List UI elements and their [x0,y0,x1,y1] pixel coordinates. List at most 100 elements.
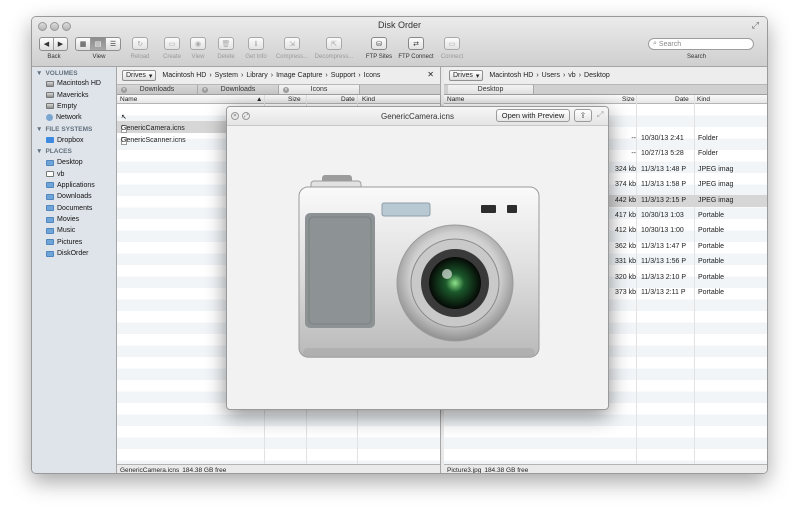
disclosure-triangle-icon[interactable]: ▼ [36,126,42,133]
forward-button[interactable]: ▶ [54,38,67,50]
sidebar-item-diskorder[interactable]: DiskOrder [32,248,116,259]
trash-icon[interactable]: 🗑 [218,37,234,50]
tab-desktop[interactable]: Desktop [448,85,534,94]
column-size-header[interactable]: Size [622,96,635,103]
breadcrumb-segment[interactable]: Desktop [584,72,610,79]
breadcrumb-separator-icon: › [209,72,212,79]
compress-icon[interactable]: ⇲ [284,37,300,50]
sidebar-item-dropbox[interactable]: Dropbox [32,135,116,146]
pin-icon[interactable]: ✕ [427,70,434,79]
back-button[interactable]: ◀ [40,38,54,50]
window-title: Disk Order [377,20,421,30]
chevron-down-icon: ▾ [148,72,153,80]
file-date: 11/3/13 1:48 P [641,165,687,173]
left-drives-button[interactable]: Drives ▾ [122,70,157,81]
sidebar-item-empty[interactable]: Empty [32,101,116,112]
breadcrumb-segment[interactable]: Macintosh HD [489,72,533,79]
reload-icon[interactable]: ↻ [132,37,148,50]
disclosure-triangle-icon[interactable]: ▼ [36,70,42,77]
sidebar-section-header[interactable]: ▼ VOLUMES [32,67,116,78]
sidebar-item-label: Empty [57,102,77,110]
close-icon[interactable]: × [202,87,208,93]
column-view-icon[interactable]: ☰ [106,38,120,50]
search-input[interactable]: ⌕ Search [648,38,754,50]
column-kind-header[interactable]: Kind [697,96,710,103]
tab-downloads[interactable]: × Downloads [198,85,279,94]
breadcrumb-segment[interactable]: System [215,72,238,79]
eye-icon[interactable]: ◉ [190,37,206,50]
sidebar-section-header[interactable]: ▼ PLACES [32,146,116,157]
right-drives-button[interactable]: Drives ▾ [449,70,484,81]
left-tab-bar: × Downloads × Downloads × Icons [117,84,440,95]
network-icon [46,114,53,122]
tab-icons[interactable]: × Icons [279,85,360,94]
disclosure-triangle-icon[interactable]: ▼ [36,148,42,155]
sidebar-item-mavericks[interactable]: Mavericks [32,89,116,100]
breadcrumb-separator-icon: › [270,72,274,79]
breadcrumb-segment[interactable]: Macintosh HD [162,72,206,79]
decompress-icon[interactable]: ⇱ [326,37,342,50]
sidebar-item-downloads[interactable]: Downloads [32,191,116,202]
column-kind-header[interactable]: Kind [362,96,375,103]
share-icon[interactable]: ⇪ [574,109,592,122]
close-icon[interactable]: × [121,87,127,93]
toolbar: Disk Order ⤢ ◀ ▶ Back ▦ ▤ ☰ View ↻ Reload… [32,17,767,67]
column-size-header[interactable]: Size [288,96,301,103]
file-kind: JPEG imag [698,165,734,173]
file-name-text: .. [121,113,125,120]
column-date-header[interactable]: Date [341,96,355,103]
create-icon[interactable]: ▭ [164,37,180,50]
sidebar-item-music[interactable]: Music [32,225,116,236]
sidebar-item-documents[interactable]: Documents [32,203,116,214]
fullscreen-icon[interactable]: ⤢ [752,20,759,31]
file-size: 412 kb [614,227,636,235]
sidebar-item-macintosh-hd[interactable]: Macintosh HD [32,78,116,89]
file-kind: Portable [698,242,725,250]
column-date-header[interactable]: Date [675,96,689,103]
file-date: 10/30/13 2:41 [641,135,684,142]
chevron-down-icon: ▾ [475,72,480,80]
left-status-file: GenericCamera.icns [120,466,180,474]
sidebar-section-header[interactable]: ▼ FILE SYSTEMS [32,124,116,135]
breadcrumb-segment[interactable]: Support [331,72,356,79]
left-path-bar: Drives ▾ Macintosh HD › System › Library › Ima… [117,67,440,84]
sidebar-item-applications[interactable]: Applications [32,180,116,191]
view-label: View [92,54,106,60]
close-icon[interactable]: × [283,87,289,93]
file-name-text: GenericScanner.icns [121,137,186,144]
sidebar-item-network[interactable]: Network [32,112,116,123]
breadcrumb-segment[interactable]: vb [568,72,575,79]
info-icon[interactable]: ℹ [248,37,264,50]
folder-icon [46,216,54,223]
ftp-connect-icon[interactable]: ⇄ [408,37,424,50]
sidebar-item-label: Applications [57,181,95,189]
connect-icon[interactable]: ▭ [444,37,460,50]
open-with-preview-button[interactable]: Open with Preview [496,109,570,122]
sidebar-item-pictures[interactable]: Pictures [32,237,116,248]
file-date: 11/3/13 1:47 P [641,242,687,250]
sidebar-item-desktop[interactable]: Desktop [32,157,116,168]
back-label: Back [47,54,61,60]
breadcrumb-segment[interactable]: Library [246,72,267,79]
expand-icon[interactable]: ⤢ [597,110,603,120]
sidebar-item-label: DiskOrder [57,250,89,258]
sidebar-item-label: Macintosh HD [57,80,101,88]
breadcrumb-segment[interactable]: Image Capture [276,72,322,79]
column-name-header[interactable]: Name [447,96,464,103]
breadcrumb-segment[interactable]: Users [542,72,560,79]
column-name-header[interactable]: Name [120,96,137,103]
sidebar-item-movies[interactable]: Movies [32,214,116,225]
ftp-sites-icon[interactable]: ⛁ [371,37,387,50]
icon-view-icon[interactable]: ▦ [76,38,91,50]
file-size: -- [631,150,636,158]
tab-downloads[interactable]: × Downloads [117,85,198,94]
tab-label: Icons [310,86,328,93]
quick-look-panel: ✕ ⤢ GenericCamera.icns Open with Preview… [226,106,609,410]
sidebar-item-label: Documents [57,204,93,212]
tab-label: Desktop [477,86,504,93]
view-mode-control: ▦ ▤ ☰ [75,37,121,51]
list-view-icon[interactable]: ▤ [91,38,106,50]
file-size: -- [631,135,636,142]
breadcrumb-segment[interactable]: Icons [364,72,381,79]
sidebar-item-vb[interactable]: vb [32,168,116,179]
